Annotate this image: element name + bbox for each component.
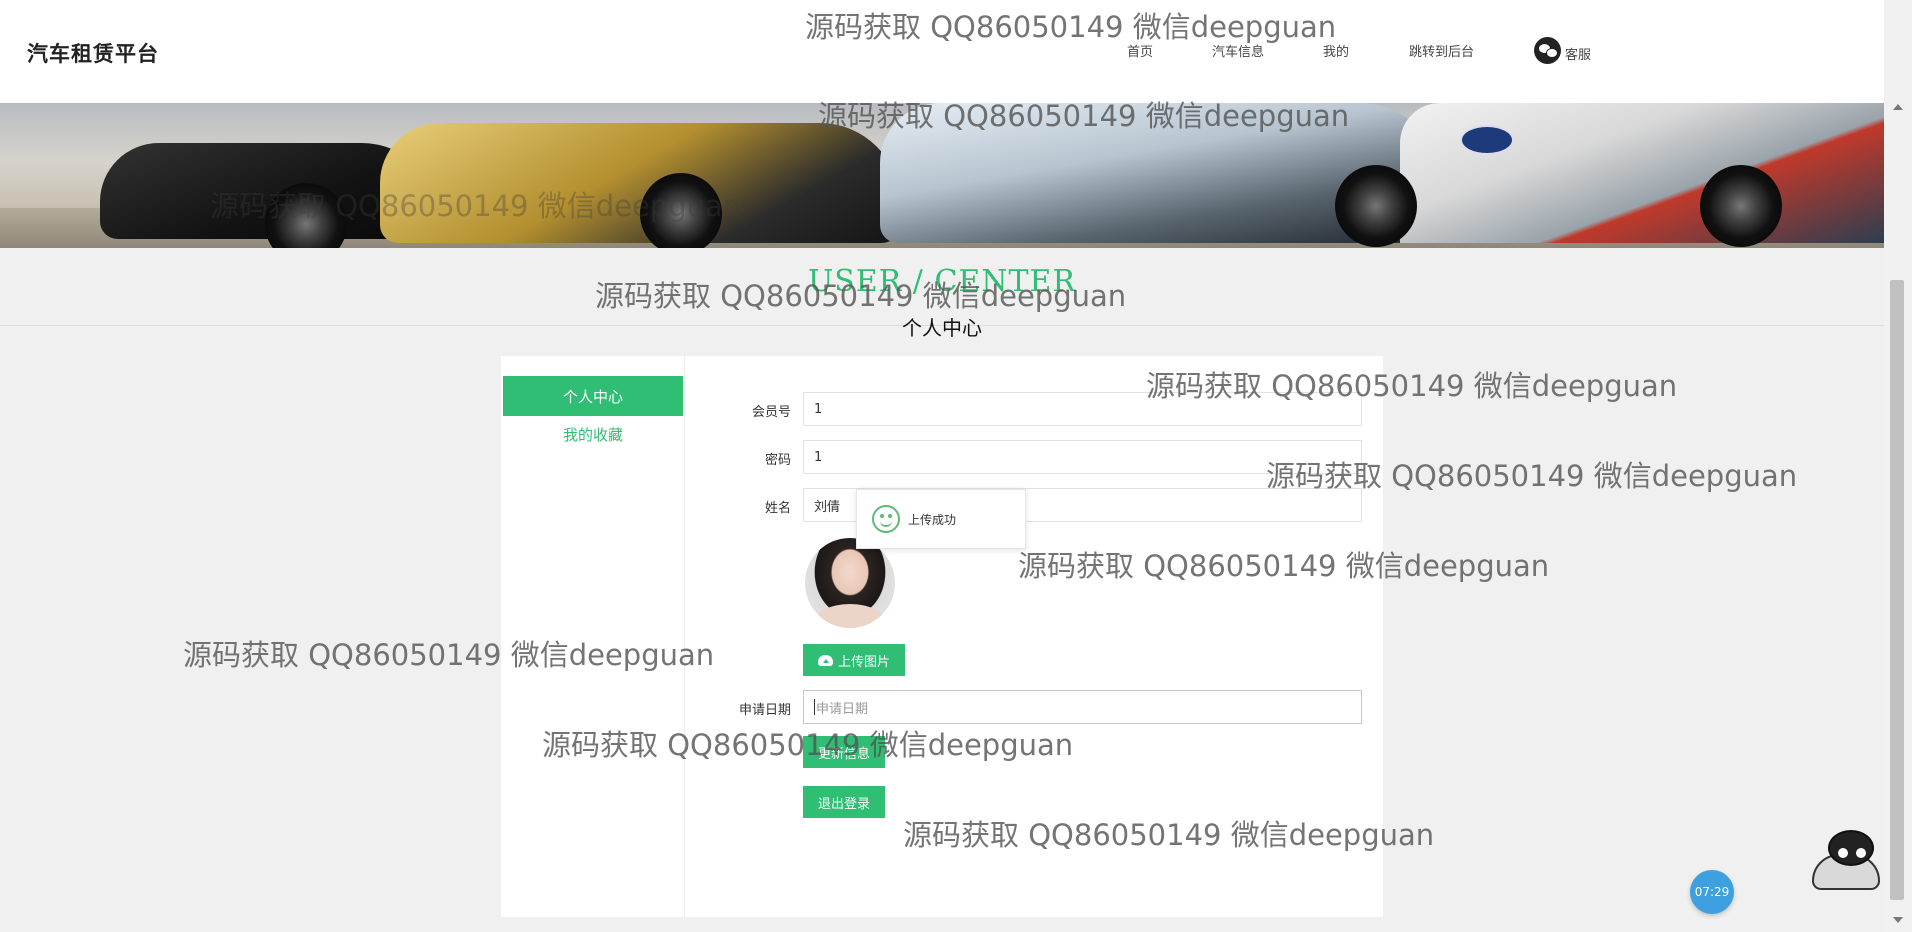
scroll-down-arrow-icon[interactable] [1893,917,1903,923]
section-title-en: USER / CENTER [807,264,1077,299]
text-caret [814,699,815,715]
smile-icon [872,505,900,533]
user-center-panel: 个人中心 我的收藏 会员号 1 密码 1 姓名 刘倩 上传图片 申请日期 申请日… [501,356,1383,917]
top-navbar: 汽车租赁平台 首页 汽车信息 我的 跳转到后台 客服 [0,0,1884,103]
apply-date-placeholder: 申请日期 [816,701,869,717]
ford-logo [1460,125,1514,155]
sidebar-item-favorites[interactable]: 我的收藏 [503,424,683,448]
nav-mine[interactable]: 我的 [1323,41,1349,60]
password-field[interactable]: 1 [803,440,1362,474]
update-info-button[interactable]: 更新信息 [803,736,885,768]
logout-button[interactable]: 退出登录 [803,786,885,818]
wechat-icon [1534,36,1561,64]
nav-car-info[interactable]: 汽车信息 [1212,41,1264,60]
banner-car-ford [1400,103,1884,243]
cat-eye [1838,848,1848,858]
banner-wheel [1700,165,1782,247]
cat-mascot[interactable] [1808,824,1884,894]
nav-admin[interactable]: 跳转到后台 [1409,41,1474,60]
scroll-up-arrow-icon[interactable] [1893,104,1903,110]
scroll-thumb[interactable] [1890,280,1904,900]
upload-image-button[interactable]: 上传图片 [803,644,905,676]
nav-home[interactable]: 首页 [1127,41,1153,60]
customer-service-label: 客服 [1565,47,1592,63]
banner-wheel [640,173,722,248]
sidebar: 个人中心 我的收藏 [501,356,685,917]
banner-wheel [1335,165,1417,247]
member-no-label: 会员号 [751,405,791,420]
apply-date-label: 申请日期 [738,703,791,718]
banner-car-gold [380,123,900,243]
cat-eye [1856,848,1866,858]
cloud-upload-icon [817,654,833,666]
hero-banner [0,103,1884,248]
apply-date-input[interactable]: 申请日期 [803,690,1362,724]
sidebar-item-user-center[interactable]: 个人中心 [503,376,683,416]
clock-bubble[interactable]: 07:29 [1690,870,1734,914]
cat-head [1828,830,1874,866]
avatar-portrait [813,604,887,628]
upload-success-toast: 上传成功 [856,489,1026,549]
toast-message: 上传成功 [908,512,957,527]
section-title-cn: 个人中心 [902,316,982,340]
avatar-image [805,538,895,628]
password-label: 密码 [764,453,791,468]
upload-image-label: 上传图片 [837,653,890,669]
member-no-field[interactable]: 1 [803,392,1362,426]
name-label: 姓名 [764,501,791,516]
brand-title[interactable]: 汽车租赁平台 [27,38,159,68]
page-scrollbar[interactable] [1884,0,1912,932]
customer-service-button[interactable]: 客服 [1534,36,1591,64]
